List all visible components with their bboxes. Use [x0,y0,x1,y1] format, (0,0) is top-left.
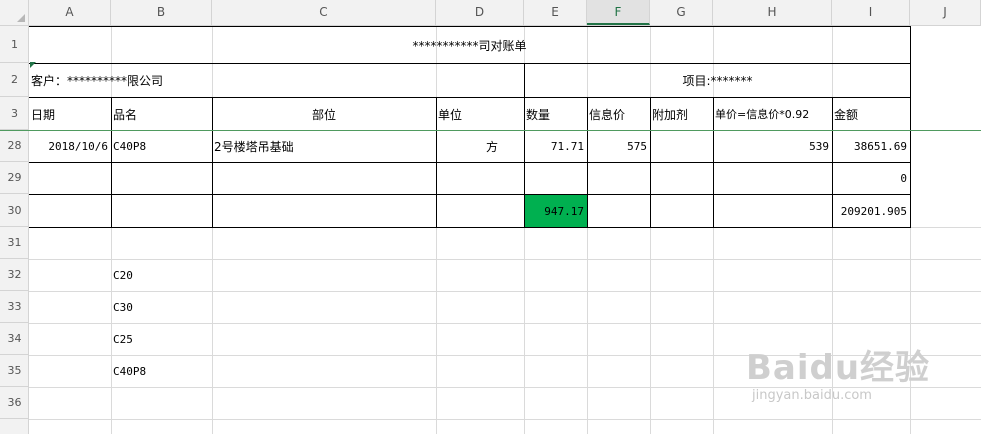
header-product[interactable]: 品名 [111,98,212,130]
sheet-title[interactable]: ***********司对账单 [29,27,910,63]
column-header-b[interactable]: B [111,0,212,25]
row-header-1[interactable]: 1 [0,26,29,63]
cell-date[interactable]: 2018/10/6 [29,131,111,162]
header-amount[interactable]: 金额 [832,98,910,130]
cell-amount[interactable]: 38651.69 [832,131,910,162]
header-unit[interactable]: 单位 [436,98,524,130]
column-header-g[interactable]: G [650,0,713,25]
column-header-f[interactable]: F [587,0,650,25]
column-header-e[interactable]: E [524,0,587,25]
cell-additive[interactable] [650,131,713,162]
cell-quantity[interactable]: 71.71 [524,131,587,162]
list-item[interactable]: C40P8 [111,356,212,387]
column-header-h[interactable]: H [713,0,832,25]
header-info-price[interactable]: 信息价 [587,98,650,130]
header-unit-price[interactable]: 单价=信息价*0.92 [713,98,832,130]
row-header-32[interactable]: 32 [0,259,29,291]
header-location[interactable]: 部位 [212,98,436,130]
column-header-i[interactable]: I [832,0,910,25]
row-header-29[interactable]: 29 [0,162,29,194]
list-item[interactable]: C30 [111,292,212,323]
row-header-33[interactable]: 33 [0,291,29,323]
cell-location[interactable]: 2号楼塔吊基础 [212,131,436,162]
watermark-logo: Baidu经验 [746,348,931,388]
column-header-c[interactable]: C [212,0,436,25]
row-header-30[interactable]: 30 [0,194,29,227]
header-quantity[interactable]: 数量 [524,98,587,130]
row-header-36[interactable]: 36 [0,387,29,419]
watermark-url: jingyan.baidu.com [752,388,872,403]
list-item[interactable]: C25 [111,324,212,355]
cell-unit-price[interactable]: 539 [713,131,832,162]
row-header-bar: 1 2 3 28 29 30 31 32 33 34 35 36 [0,26,29,434]
project-cell[interactable]: 项目:******* [525,64,910,97]
column-header-bar: A B C D E F G H I J [0,0,981,26]
row-header-31[interactable]: 31 [0,227,29,259]
row-header-35[interactable]: 35 [0,355,29,387]
row-header-3[interactable]: 3 [0,97,29,130]
total-quantity-cell[interactable]: 947.17 [524,195,587,227]
cell-product[interactable]: C40P8 [111,131,212,162]
baidu-watermark: Baidu经验 jingyan.baidu.com [746,348,976,418]
cell-info-price[interactable]: 575 [587,131,650,162]
header-date[interactable]: 日期 [29,98,111,130]
column-header-j[interactable]: J [910,0,981,25]
row-header-2[interactable]: 2 [0,63,29,97]
list-item[interactable]: C20 [111,260,212,291]
header-additive[interactable]: 附加剂 [650,98,713,130]
total-amount-cell[interactable]: 209201.905 [832,195,910,227]
cell-amount-29[interactable]: 0 [832,163,910,194]
cell-unit[interactable]: 方 [436,131,524,162]
column-header-a[interactable]: A [29,0,111,25]
select-all-corner[interactable] [0,0,29,25]
row-header-28[interactable]: 28 [0,130,29,162]
customer-cell[interactable]: 客户：**********限公司 [29,64,524,97]
row-header-34[interactable]: 34 [0,323,29,355]
column-header-d[interactable]: D [436,0,524,25]
